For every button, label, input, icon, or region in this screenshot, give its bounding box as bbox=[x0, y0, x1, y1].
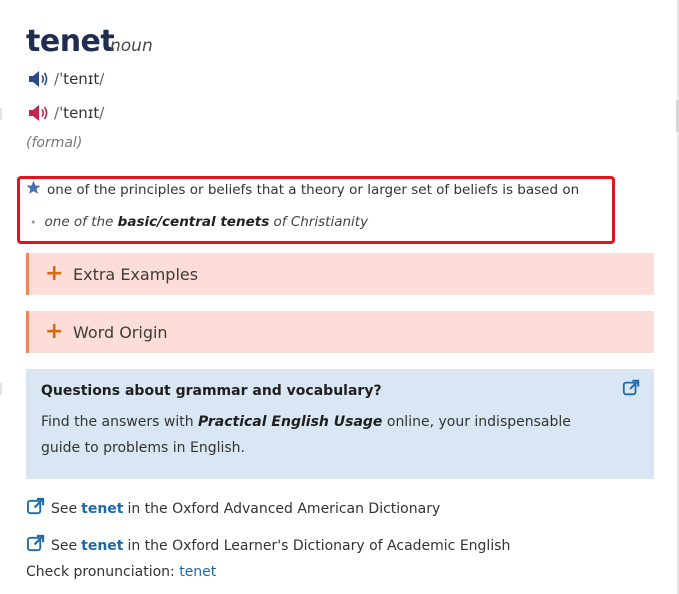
peu-product-link[interactable]: Practical English Usage bbox=[198, 414, 382, 430]
part-of-speech: noun bbox=[110, 36, 153, 56]
definition-text: one of the principles or beliefs that a … bbox=[47, 181, 580, 198]
check-pronunciation: Check pronunciation: tenet bbox=[26, 564, 216, 580]
check-pronunciation-link[interactable]: tenet bbox=[179, 564, 216, 580]
example-row: • one of the basic/central tenets of Chr… bbox=[30, 214, 368, 230]
bullet-icon: • bbox=[30, 215, 37, 229]
pronunciation-us: /ˈtenɪt/ bbox=[28, 67, 104, 91]
headword: tenet bbox=[26, 24, 115, 59]
word-origin-toggle[interactable]: + Word Origin bbox=[26, 311, 654, 353]
xref-link[interactable]: tenet bbox=[81, 501, 123, 517]
left-marker bbox=[0, 383, 2, 395]
xref-post: in the Oxford Advanced American Dictiona… bbox=[127, 500, 441, 517]
peu-title: Questions about grammar and vocabulary? bbox=[41, 383, 382, 399]
peu-promo-box: Questions about grammar and vocabulary? … bbox=[26, 369, 654, 479]
ipa-text: /ˈtenɪt/ bbox=[54, 104, 105, 122]
definition-row: one of the principles or beliefs that a … bbox=[26, 180, 579, 199]
plus-icon: + bbox=[45, 261, 64, 286]
left-marker bbox=[0, 108, 2, 120]
speaker-icon[interactable] bbox=[28, 103, 50, 123]
check-pronunciation-label: Check pronunciation: bbox=[26, 564, 175, 580]
external-link-icon[interactable] bbox=[26, 497, 51, 520]
collocation: basic/central tenets bbox=[117, 214, 270, 230]
example-text: one of the basic/central tenets of Chris… bbox=[44, 214, 369, 230]
external-link-icon[interactable] bbox=[26, 534, 51, 557]
xref-link[interactable]: tenet bbox=[81, 538, 123, 554]
section-label: Word Origin bbox=[73, 322, 168, 342]
speaker-icon[interactable] bbox=[28, 69, 50, 89]
section-label: Extra Examples bbox=[73, 264, 199, 284]
extra-examples-toggle[interactable]: + Extra Examples bbox=[26, 253, 654, 295]
xref-pre: See bbox=[51, 537, 78, 554]
xref-post: in the Oxford Learner's Dictionary of Ac… bbox=[127, 537, 511, 554]
xref-oaad: See tenet in the Oxford Advanced America… bbox=[26, 497, 440, 520]
pronunciation-uk: /ˈtenɪt/ bbox=[28, 101, 104, 125]
plus-icon: + bbox=[45, 319, 64, 344]
external-link-icon[interactable] bbox=[622, 379, 640, 401]
peu-body: Find the answers with Practical English … bbox=[41, 414, 571, 456]
star-icon[interactable] bbox=[26, 180, 41, 199]
register-label: (formal) bbox=[26, 135, 83, 151]
ipa-text: /ˈtenɪt/ bbox=[54, 70, 105, 88]
xref-pre: See bbox=[51, 500, 78, 517]
xref-oldae: See tenet in the Oxford Learner's Dictio… bbox=[26, 534, 510, 557]
